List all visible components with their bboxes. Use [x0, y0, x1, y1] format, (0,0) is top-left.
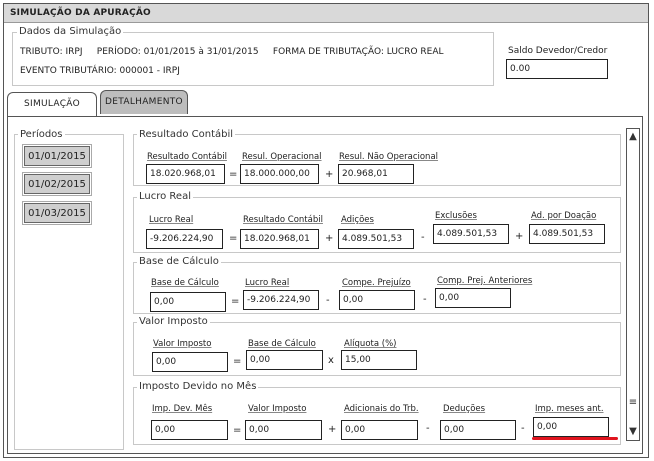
- window-titlebar: SIMULAÇÃO DA APURAÇÃO: [4, 4, 648, 23]
- id-label-adicionais: Adicionais do Trb.: [344, 404, 419, 414]
- scroll-up-icon[interactable]: ▲: [627, 131, 639, 143]
- vi-label-aliquota: Alíquota (%): [344, 339, 397, 349]
- id-label-imp-dev-mes: Imp. Dev. Mês: [152, 404, 213, 414]
- bc-op-equals: =: [231, 296, 240, 307]
- id-field-valor-imposto[interactable]: 0,00: [245, 420, 322, 440]
- id-op-plus: +: [328, 424, 337, 435]
- saldo-label: Saldo Devedor/Credor: [508, 46, 608, 56]
- bc-op-minus-2: -: [423, 294, 427, 305]
- id-op-minus: -: [426, 423, 430, 434]
- vi-field-base-calculo[interactable]: 0,00: [246, 350, 323, 370]
- bc-label-prej-anteriores: Comp. Prej. Anteriores: [437, 276, 533, 286]
- id-label-meses-ant: Imp. meses ant.: [535, 404, 604, 414]
- vertical-scrollbar[interactable]: ▲ ≡ ▼: [626, 128, 640, 441]
- lr-field-adicoes[interactable]: 4.089.501,53: [338, 229, 414, 249]
- bc-field-prej-anteriores[interactable]: 0,00: [435, 288, 511, 308]
- periodo-button-mar[interactable]: 01/03/2015: [22, 201, 92, 225]
- lr-label-adicoes: Adições: [341, 215, 374, 225]
- id-label-deducoes: Deduções: [443, 404, 486, 414]
- id-field-imp-dev-mes[interactable]: 0,00: [151, 420, 228, 440]
- vi-label-valor-imposto: Valor Imposto: [153, 339, 212, 349]
- vi-field-aliquota[interactable]: 15,00: [341, 350, 417, 370]
- lucro-real-legend: Lucro Real: [137, 191, 193, 202]
- rc-op-equals: =: [229, 169, 238, 180]
- bc-field-lucro-real[interactable]: -9.206.224,90: [243, 290, 319, 310]
- lr-label-doacao: Ad. por Doação: [531, 211, 597, 221]
- dados-line-evento: EVENTO TRIBUTÁRIO: 000001 - IRPJ: [20, 66, 180, 76]
- tab-simulacao[interactable]: SIMULAÇÃO: [7, 92, 97, 118]
- highlight-underline: [532, 437, 618, 440]
- resultado-contabil-legend: Resultado Contábil: [137, 129, 236, 140]
- vi-field-valor-imposto[interactable]: 0,00: [152, 352, 228, 372]
- periodo-button-fev[interactable]: 01/02/2015: [22, 172, 92, 196]
- id-op-equals: =: [233, 425, 242, 436]
- dados-simulacao-group: [12, 32, 494, 86]
- lr-op-equals: =: [229, 233, 238, 244]
- periodos-legend: Períodos: [18, 129, 65, 140]
- lr-field-resultado[interactable]: 18.020.968,01: [240, 229, 319, 249]
- rc-field-nao-operacional[interactable]: 20.968,01: [338, 164, 414, 184]
- tab-detalhamento[interactable]: DETALHAMENTO: [100, 90, 188, 114]
- id-op-minus-2: -: [521, 423, 525, 434]
- bc-label-base: Base de Cálculo: [151, 278, 219, 288]
- lr-op-plus-2: +: [515, 231, 524, 242]
- scroll-down-icon[interactable]: ▼: [627, 426, 639, 438]
- rc-field-operacional[interactable]: 18.000.000,00: [240, 164, 319, 184]
- periodo-button-jan[interactable]: 01/01/2015: [22, 144, 92, 168]
- lr-op-plus: +: [325, 233, 334, 244]
- rc-label-nao-operacional: Resul. Não Operacional: [339, 152, 439, 162]
- valor-imposto-legend: Valor Imposto: [137, 316, 210, 327]
- base-calculo-legend: Base de Cálculo: [137, 256, 221, 267]
- bc-label-lucro-real: Lucro Real: [245, 278, 290, 288]
- rc-op-plus: +: [325, 169, 334, 180]
- id-field-meses-ant[interactable]: 0,00: [533, 417, 609, 437]
- lr-label-resultado: Resultado Contábil: [243, 215, 323, 225]
- lr-label-exclusoes: Exclusões: [435, 211, 477, 221]
- bc-field-compe-prejuizo[interactable]: 0,00: [339, 290, 415, 310]
- saldo-field[interactable]: 0.00: [506, 59, 608, 79]
- window-title: SIMULAÇÃO DA APURAÇÃO: [10, 8, 151, 18]
- lr-field-lucro-real[interactable]: -9.206.224,90: [146, 229, 223, 249]
- bc-label-compe-prejuizo: Compe. Prejuízo: [342, 278, 411, 288]
- vi-op-multiply: x: [328, 355, 334, 366]
- id-field-deducoes[interactable]: 0,00: [440, 420, 516, 440]
- lr-field-doacao[interactable]: 4.089.501,53: [529, 224, 605, 244]
- id-field-adicionais[interactable]: 0,00: [341, 420, 418, 440]
- scroll-thumb-icon[interactable]: ≡: [627, 397, 639, 409]
- vi-label-base-calculo: Base de Cálculo: [248, 339, 316, 349]
- rc-label-resultado: Resultado Contábil: [147, 152, 227, 162]
- id-label-valor-imposto: Valor Imposto: [248, 404, 307, 414]
- bc-field-base[interactable]: 0,00: [150, 292, 226, 312]
- lr-label-lucro-real: Lucro Real: [149, 215, 194, 225]
- lr-op-minus: -: [421, 232, 425, 243]
- bc-op-minus: -: [326, 295, 330, 306]
- lr-field-exclusoes[interactable]: 4.089.501,53: [433, 224, 509, 244]
- rc-label-operacional: Resul. Operacional: [242, 152, 322, 162]
- dados-simulacao-legend: Dados da Simulação: [17, 26, 124, 37]
- imposto-devido-legend: Imposto Devido no Mês: [137, 381, 259, 392]
- dados-line-tributo: TRIBUTO: IRPJ PERÍODO: 01/01/2015 à 31/0…: [20, 47, 444, 57]
- vi-op-equals: =: [233, 356, 242, 367]
- rc-field-resultado[interactable]: 18.020.968,01: [146, 164, 225, 184]
